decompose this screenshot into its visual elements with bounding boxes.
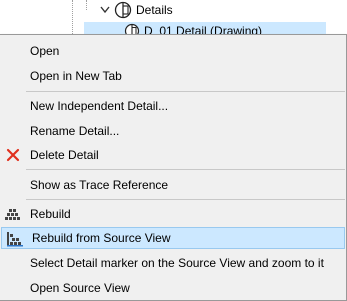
menu-separator [26, 91, 345, 92]
menu-item-new-independent-detail[interactable]: New Independent Detail... [0, 95, 346, 117]
context-menu: Open Open in New Tab New Independent Det… [0, 34, 347, 301]
detail-folder-icon [114, 1, 132, 19]
menu-item-rebuild[interactable]: Rebuild [0, 203, 346, 225]
menu-item-open[interactable]: Open [0, 40, 346, 62]
rebuild-icon [3, 205, 23, 223]
rebuild-from-source-icon [5, 230, 25, 248]
chevron-down-icon[interactable] [98, 3, 112, 17]
menu-separator [26, 199, 345, 200]
menu-item-label: Delete Detail [30, 148, 99, 162]
menu-item-label: Rebuild [30, 207, 71, 221]
menu-item-label: New Independent Detail... [30, 99, 169, 113]
menu-item-rename-detail[interactable]: Rename Detail... [0, 120, 346, 142]
tree-guide-line [86, 0, 87, 10]
menu-item-show-as-trace-reference[interactable]: Show as Trace Reference [0, 174, 346, 196]
menu-item-open-in-new-tab[interactable]: Open in New Tab [0, 65, 346, 87]
menu-item-label: Show as Trace Reference [30, 178, 169, 192]
menu-item-select-detail-marker[interactable]: Select Detail marker on the Source View … [0, 252, 346, 274]
menu-item-open-source-view[interactable]: Open Source View [0, 277, 346, 299]
menu-item-rebuild-from-source-view[interactable]: Rebuild from Source View [1, 227, 345, 249]
menu-item-label: Open in New Tab [30, 69, 122, 83]
menu-item-label: Select Detail marker on the Source View … [30, 256, 324, 270]
tree-folder-label: Details [136, 3, 173, 17]
menu-item-delete-detail[interactable]: Delete Detail [0, 144, 346, 166]
tree-item-details-folder[interactable]: Details [98, 1, 173, 19]
delete-x-icon [3, 146, 23, 164]
menu-item-label: Rebuild from Source View [32, 231, 171, 245]
menu-item-label: Open [30, 44, 60, 58]
menu-separator [26, 169, 345, 170]
menu-item-label: Open Source View [30, 281, 130, 295]
menu-item-label: Rename Detail... [30, 124, 120, 138]
